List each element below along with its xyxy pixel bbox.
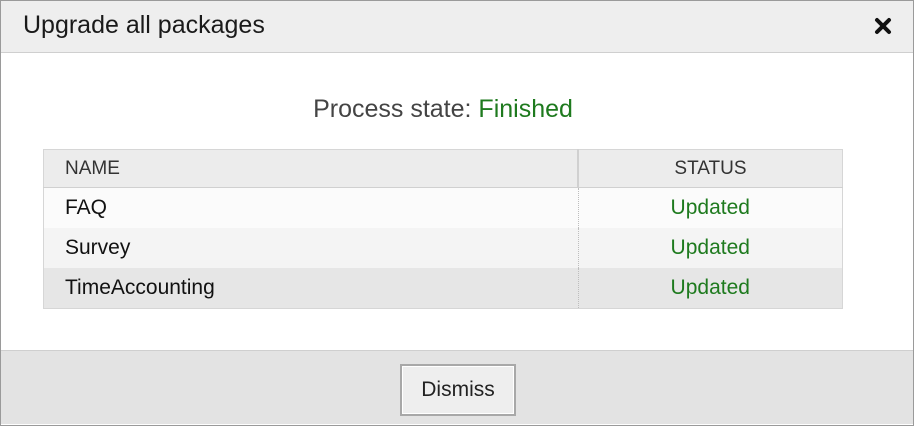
dialog-title: Upgrade all packages <box>23 11 265 39</box>
package-status: Updated <box>578 268 843 309</box>
packages-table: NAME STATUS FAQ Updated Survey Updated T… <box>43 149 843 309</box>
dialog-footer: Dismiss <box>1 350 913 424</box>
package-name: FAQ <box>43 187 579 228</box>
package-status: Updated <box>578 228 843 268</box>
dialog-body: Process state: Finished NAME STATUS FAQ … <box>1 53 913 350</box>
package-status: Updated <box>578 187 843 228</box>
close-icon[interactable] <box>873 16 893 36</box>
package-name: Survey <box>43 228 579 268</box>
table-row: Survey Updated <box>43 228 843 268</box>
table-row: TimeAccounting Updated <box>43 268 843 309</box>
table-row: FAQ Updated <box>43 187 843 228</box>
column-header-name[interactable]: NAME <box>43 149 579 188</box>
process-state-value: Finished <box>478 95 573 123</box>
table-header-row: NAME STATUS <box>43 149 843 188</box>
dismiss-button[interactable]: Dismiss <box>400 364 516 416</box>
package-name: TimeAccounting <box>43 268 579 309</box>
process-state-label: Process state: <box>313 95 472 123</box>
upgrade-packages-dialog: Upgrade all packages Process state: Fini… <box>0 0 914 426</box>
column-header-status[interactable]: STATUS <box>578 149 843 188</box>
dialog-header: Upgrade all packages <box>1 1 913 53</box>
process-state: Process state: Finished <box>1 95 885 124</box>
